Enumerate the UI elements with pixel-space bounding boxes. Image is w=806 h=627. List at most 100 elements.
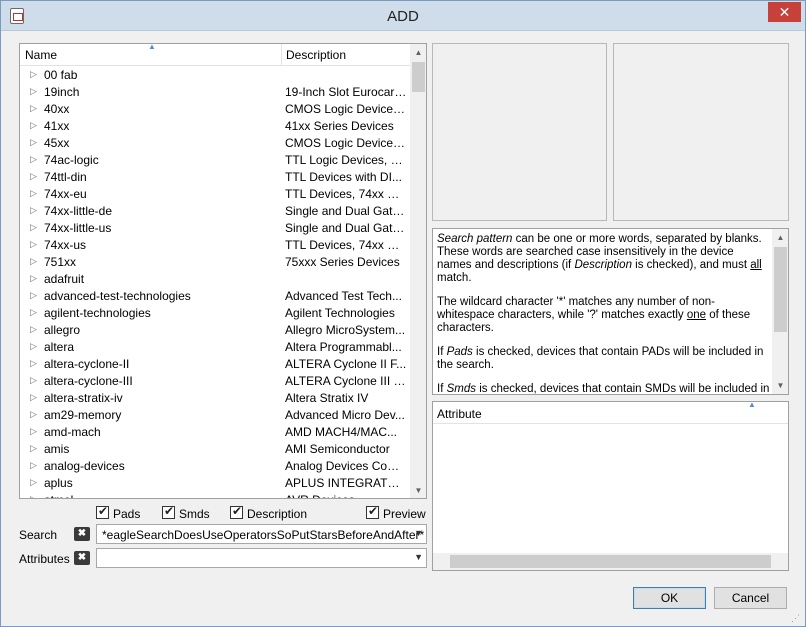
tree-header: Name ▲ Description bbox=[20, 44, 410, 66]
expand-arrow-icon[interactable]: ▷ bbox=[30, 239, 37, 250]
expand-arrow-icon[interactable]: ▷ bbox=[30, 358, 37, 369]
chevron-down-icon[interactable]: ▼ bbox=[414, 552, 423, 562]
search-label: Search bbox=[19, 528, 58, 542]
cancel-button[interactable]: Cancel bbox=[714, 587, 787, 609]
library-description: 41xx Series Devices bbox=[285, 119, 394, 133]
tree-row[interactable]: ▷ am29-memory Advanced Micro Dev... bbox=[20, 407, 410, 424]
tree-row[interactable]: ▷ amis AMI Semiconductor bbox=[20, 441, 410, 458]
tree-row[interactable]: ▷ aplus APLUS INTEGRATED ... bbox=[20, 475, 410, 492]
tree-row[interactable]: ▷ altera-cyclone-III ALTERA Cyclone III F.… bbox=[20, 373, 410, 390]
expand-arrow-icon[interactable]: ▷ bbox=[30, 375, 37, 386]
search-input[interactable]: *eagleSearchDoesUseOperatorsSoPutStarsBe… bbox=[96, 524, 427, 544]
expand-arrow-icon[interactable]: ▷ bbox=[30, 256, 37, 267]
search-input-value: *eagleSearchDoesUseOperatorsSoPutStarsBe… bbox=[102, 528, 425, 542]
tree-row[interactable]: ▷ amd-mach AMD MACH4/MAC... bbox=[20, 424, 410, 441]
tree-row[interactable]: ▷ 74xx-little-us Single and Dual Gate... bbox=[20, 220, 410, 237]
title-bar[interactable]: ADD ✕ bbox=[1, 1, 805, 31]
column-header-description[interactable]: Description bbox=[286, 48, 346, 62]
expand-arrow-icon[interactable]: ▷ bbox=[30, 341, 37, 352]
attribute-hscrollbar[interactable] bbox=[433, 553, 788, 570]
expand-arrow-icon[interactable]: ▷ bbox=[30, 443, 37, 454]
clear-search-icon[interactable]: ✖ bbox=[74, 527, 90, 541]
tree-row[interactable]: ▷ 74xx-little-de Single and Dual Gate... bbox=[20, 203, 410, 220]
scroll-thumb[interactable] bbox=[412, 62, 425, 92]
clear-attributes-icon[interactable]: ✖ bbox=[74, 551, 90, 565]
library-name: adafruit bbox=[44, 272, 85, 286]
library-tree[interactable]: Name ▲ Description ▷ 00 fab ▷ 19inch 19-Inch… bbox=[19, 43, 427, 499]
tree-row[interactable]: ▷ 74ac-logic TTL Logic Devices, 7... bbox=[20, 152, 410, 169]
scroll-down-arrow-icon[interactable]: ▼ bbox=[772, 377, 788, 394]
expand-arrow-icon[interactable]: ▷ bbox=[30, 205, 37, 216]
tree-row[interactable]: ▷ adafruit bbox=[20, 271, 410, 288]
description-checkbox[interactable] bbox=[230, 504, 243, 519]
resize-grip-icon[interactable]: ⋰ bbox=[791, 613, 803, 625]
library-description: AVR Devices bbox=[285, 493, 407, 498]
expand-arrow-icon[interactable]: ▷ bbox=[30, 120, 37, 131]
expand-arrow-icon[interactable]: ▷ bbox=[30, 426, 37, 437]
library-name: 41xx bbox=[44, 119, 70, 133]
preview-checkbox[interactable] bbox=[366, 504, 379, 519]
ok-button[interactable]: OK bbox=[633, 587, 706, 609]
tree-row[interactable]: ▷ advanced-test-technologies Advanced Test… bbox=[20, 288, 410, 305]
scroll-thumb[interactable] bbox=[774, 247, 787, 332]
expand-arrow-icon[interactable]: ▷ bbox=[30, 69, 37, 80]
tree-row[interactable]: ▷ atmel AVR Devices bbox=[20, 492, 410, 498]
tree-row[interactable]: ▷ 19inch 19-Inch Slot Eurocards bbox=[20, 84, 410, 101]
tree-row[interactable]: ▷ 41xx 41xx Series Devices bbox=[20, 118, 410, 135]
smds-checkbox[interactable] bbox=[162, 504, 175, 519]
column-header-name[interactable]: Name bbox=[25, 48, 57, 62]
library-description: 19-Inch Slot Eurocards bbox=[285, 85, 407, 99]
expand-arrow-icon[interactable]: ▷ bbox=[30, 307, 37, 318]
tree-row[interactable]: ▷ allegro Allegro MicroSystem... bbox=[20, 322, 410, 339]
tree-row[interactable]: ▷ analog-devices Analog Devices Com... bbox=[20, 458, 410, 475]
column-divider[interactable] bbox=[281, 44, 282, 66]
help-scrollbar[interactable]: ▲ ▼ bbox=[772, 229, 788, 394]
library-description: Altera Programmabl... bbox=[285, 340, 402, 354]
tree-row[interactable]: ▷ altera-stratix-iv Altera Stratix IV bbox=[20, 390, 410, 407]
tree-row[interactable]: ▷ altera Altera Programmabl... bbox=[20, 339, 410, 356]
tree-row[interactable]: ▷ 74ttl-din TTL Devices with DI... bbox=[20, 169, 410, 186]
pads-checkbox[interactable] bbox=[96, 504, 109, 519]
tree-row[interactable]: ▷ altera-cyclone-II ALTERA Cyclone II F... bbox=[20, 356, 410, 373]
library-description: Advanced Test Tech... bbox=[285, 289, 402, 303]
expand-arrow-icon[interactable]: ▷ bbox=[30, 137, 37, 148]
tree-row[interactable]: ▷ 751xx 75xxx Series Devices bbox=[20, 254, 410, 271]
expand-arrow-icon[interactable]: ▷ bbox=[30, 460, 37, 471]
library-name: aplus bbox=[44, 476, 73, 490]
attributes-input[interactable]: ▼ bbox=[96, 548, 427, 568]
expand-arrow-icon[interactable]: ▷ bbox=[30, 409, 37, 420]
tree-row[interactable]: ▷ 40xx CMOS Logic Devices... bbox=[20, 101, 410, 118]
expand-arrow-icon[interactable]: ▷ bbox=[30, 86, 37, 97]
scroll-down-arrow-icon[interactable]: ▼ bbox=[410, 482, 426, 498]
expand-arrow-icon[interactable]: ▷ bbox=[30, 171, 37, 182]
expand-arrow-icon[interactable]: ▷ bbox=[30, 222, 37, 233]
library-name: 74xx-little-de bbox=[44, 204, 113, 218]
tree-row[interactable]: ▷ 74xx-eu TTL Devices, 74xx Ser... bbox=[20, 186, 410, 203]
scroll-up-arrow-icon[interactable]: ▲ bbox=[772, 229, 788, 246]
expand-arrow-icon[interactable]: ▷ bbox=[30, 273, 37, 284]
expand-arrow-icon[interactable]: ▷ bbox=[30, 103, 37, 114]
tree-row[interactable]: ▷ 45xx CMOS Logic Devices... bbox=[20, 135, 410, 152]
expand-arrow-icon[interactable]: ▷ bbox=[30, 290, 37, 301]
library-name: 74ac-logic bbox=[44, 153, 99, 167]
expand-arrow-icon[interactable]: ▷ bbox=[30, 324, 37, 335]
library-description: APLUS INTEGRATED ... bbox=[285, 476, 407, 490]
expand-arrow-icon[interactable]: ▷ bbox=[30, 392, 37, 403]
expand-arrow-icon[interactable]: ▷ bbox=[30, 477, 37, 488]
tree-row[interactable]: ▷ 74xx-us TTL Devices, 74xx Ser... bbox=[20, 237, 410, 254]
expand-arrow-icon[interactable]: ▷ bbox=[30, 154, 37, 165]
scroll-thumb[interactable] bbox=[450, 555, 771, 568]
column-header-attribute[interactable]: Attribute bbox=[437, 407, 482, 421]
tree-rows: ▷ 00 fab ▷ 19inch 19-Inch Slot Eurocards ▷ 40x… bbox=[20, 67, 410, 498]
expand-arrow-icon[interactable]: ▷ bbox=[30, 188, 37, 199]
attribute-header: Attribute ▲ bbox=[433, 402, 788, 424]
tree-scrollbar[interactable]: ▲ ▼ bbox=[410, 44, 426, 498]
attribute-table[interactable]: Attribute ▲ bbox=[432, 401, 789, 571]
library-name: 19inch bbox=[44, 85, 80, 99]
chevron-down-icon[interactable]: ▼ bbox=[414, 528, 423, 538]
tree-row[interactable]: ▷ 00 fab bbox=[20, 67, 410, 84]
expand-arrow-icon[interactable]: ▷ bbox=[30, 494, 37, 498]
scroll-up-arrow-icon[interactable]: ▲ bbox=[410, 44, 426, 61]
tree-row[interactable]: ▷ agilent-technologies Agilent Technologie… bbox=[20, 305, 410, 322]
close-button[interactable]: ✕ bbox=[768, 2, 801, 22]
